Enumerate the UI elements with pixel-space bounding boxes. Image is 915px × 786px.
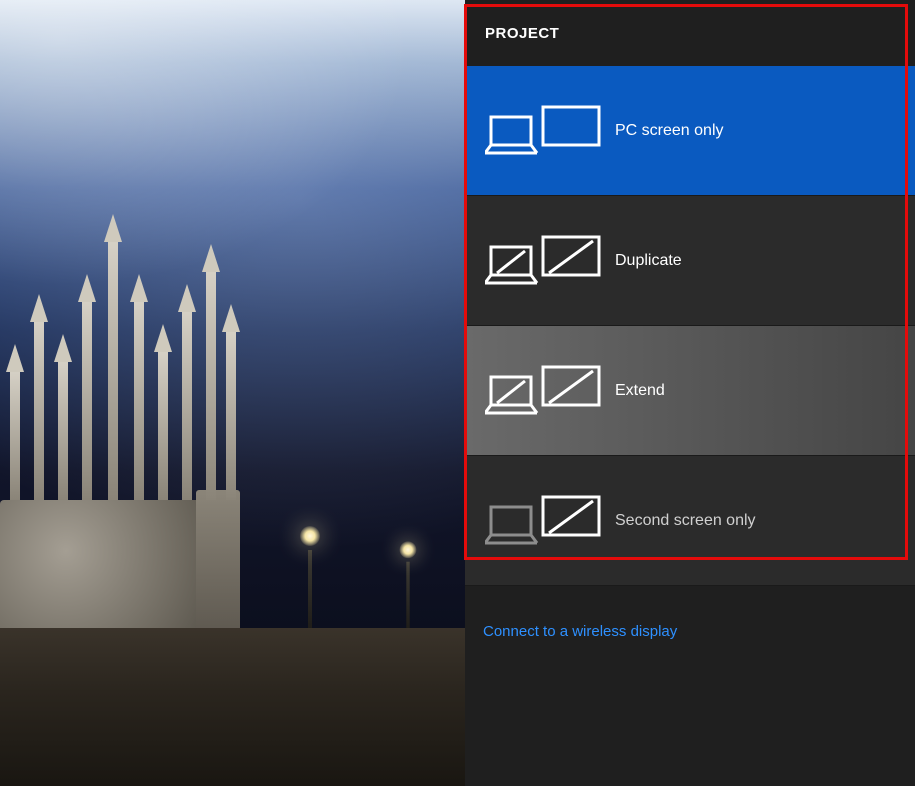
panel-title: PROJECT xyxy=(465,0,915,66)
wallpaper-streetlamp xyxy=(400,545,417,628)
project-option-second-screen-only[interactable]: Second screen only xyxy=(465,456,915,586)
option-label: Duplicate xyxy=(615,252,682,270)
option-label: Extend xyxy=(615,382,665,400)
wallpaper-streetlamp xyxy=(300,530,320,628)
project-option-extend[interactable]: Extend xyxy=(465,326,915,456)
option-label: Second screen only xyxy=(615,512,756,530)
project-panel: PROJECT PC screen only xyxy=(465,0,915,786)
connect-wireless-display-link[interactable]: Connect to a wireless display xyxy=(483,623,677,640)
duplicate-icon xyxy=(485,231,615,291)
pc-screen-only-icon xyxy=(485,101,615,161)
desktop-wallpaper xyxy=(0,0,465,786)
wallpaper-building xyxy=(0,340,280,670)
extend-icon xyxy=(485,361,615,421)
project-option-duplicate[interactable]: Duplicate xyxy=(465,196,915,326)
option-label: PC screen only xyxy=(615,122,724,140)
second-screen-only-icon xyxy=(485,491,615,551)
project-option-pc-screen-only[interactable]: PC screen only xyxy=(465,66,915,196)
